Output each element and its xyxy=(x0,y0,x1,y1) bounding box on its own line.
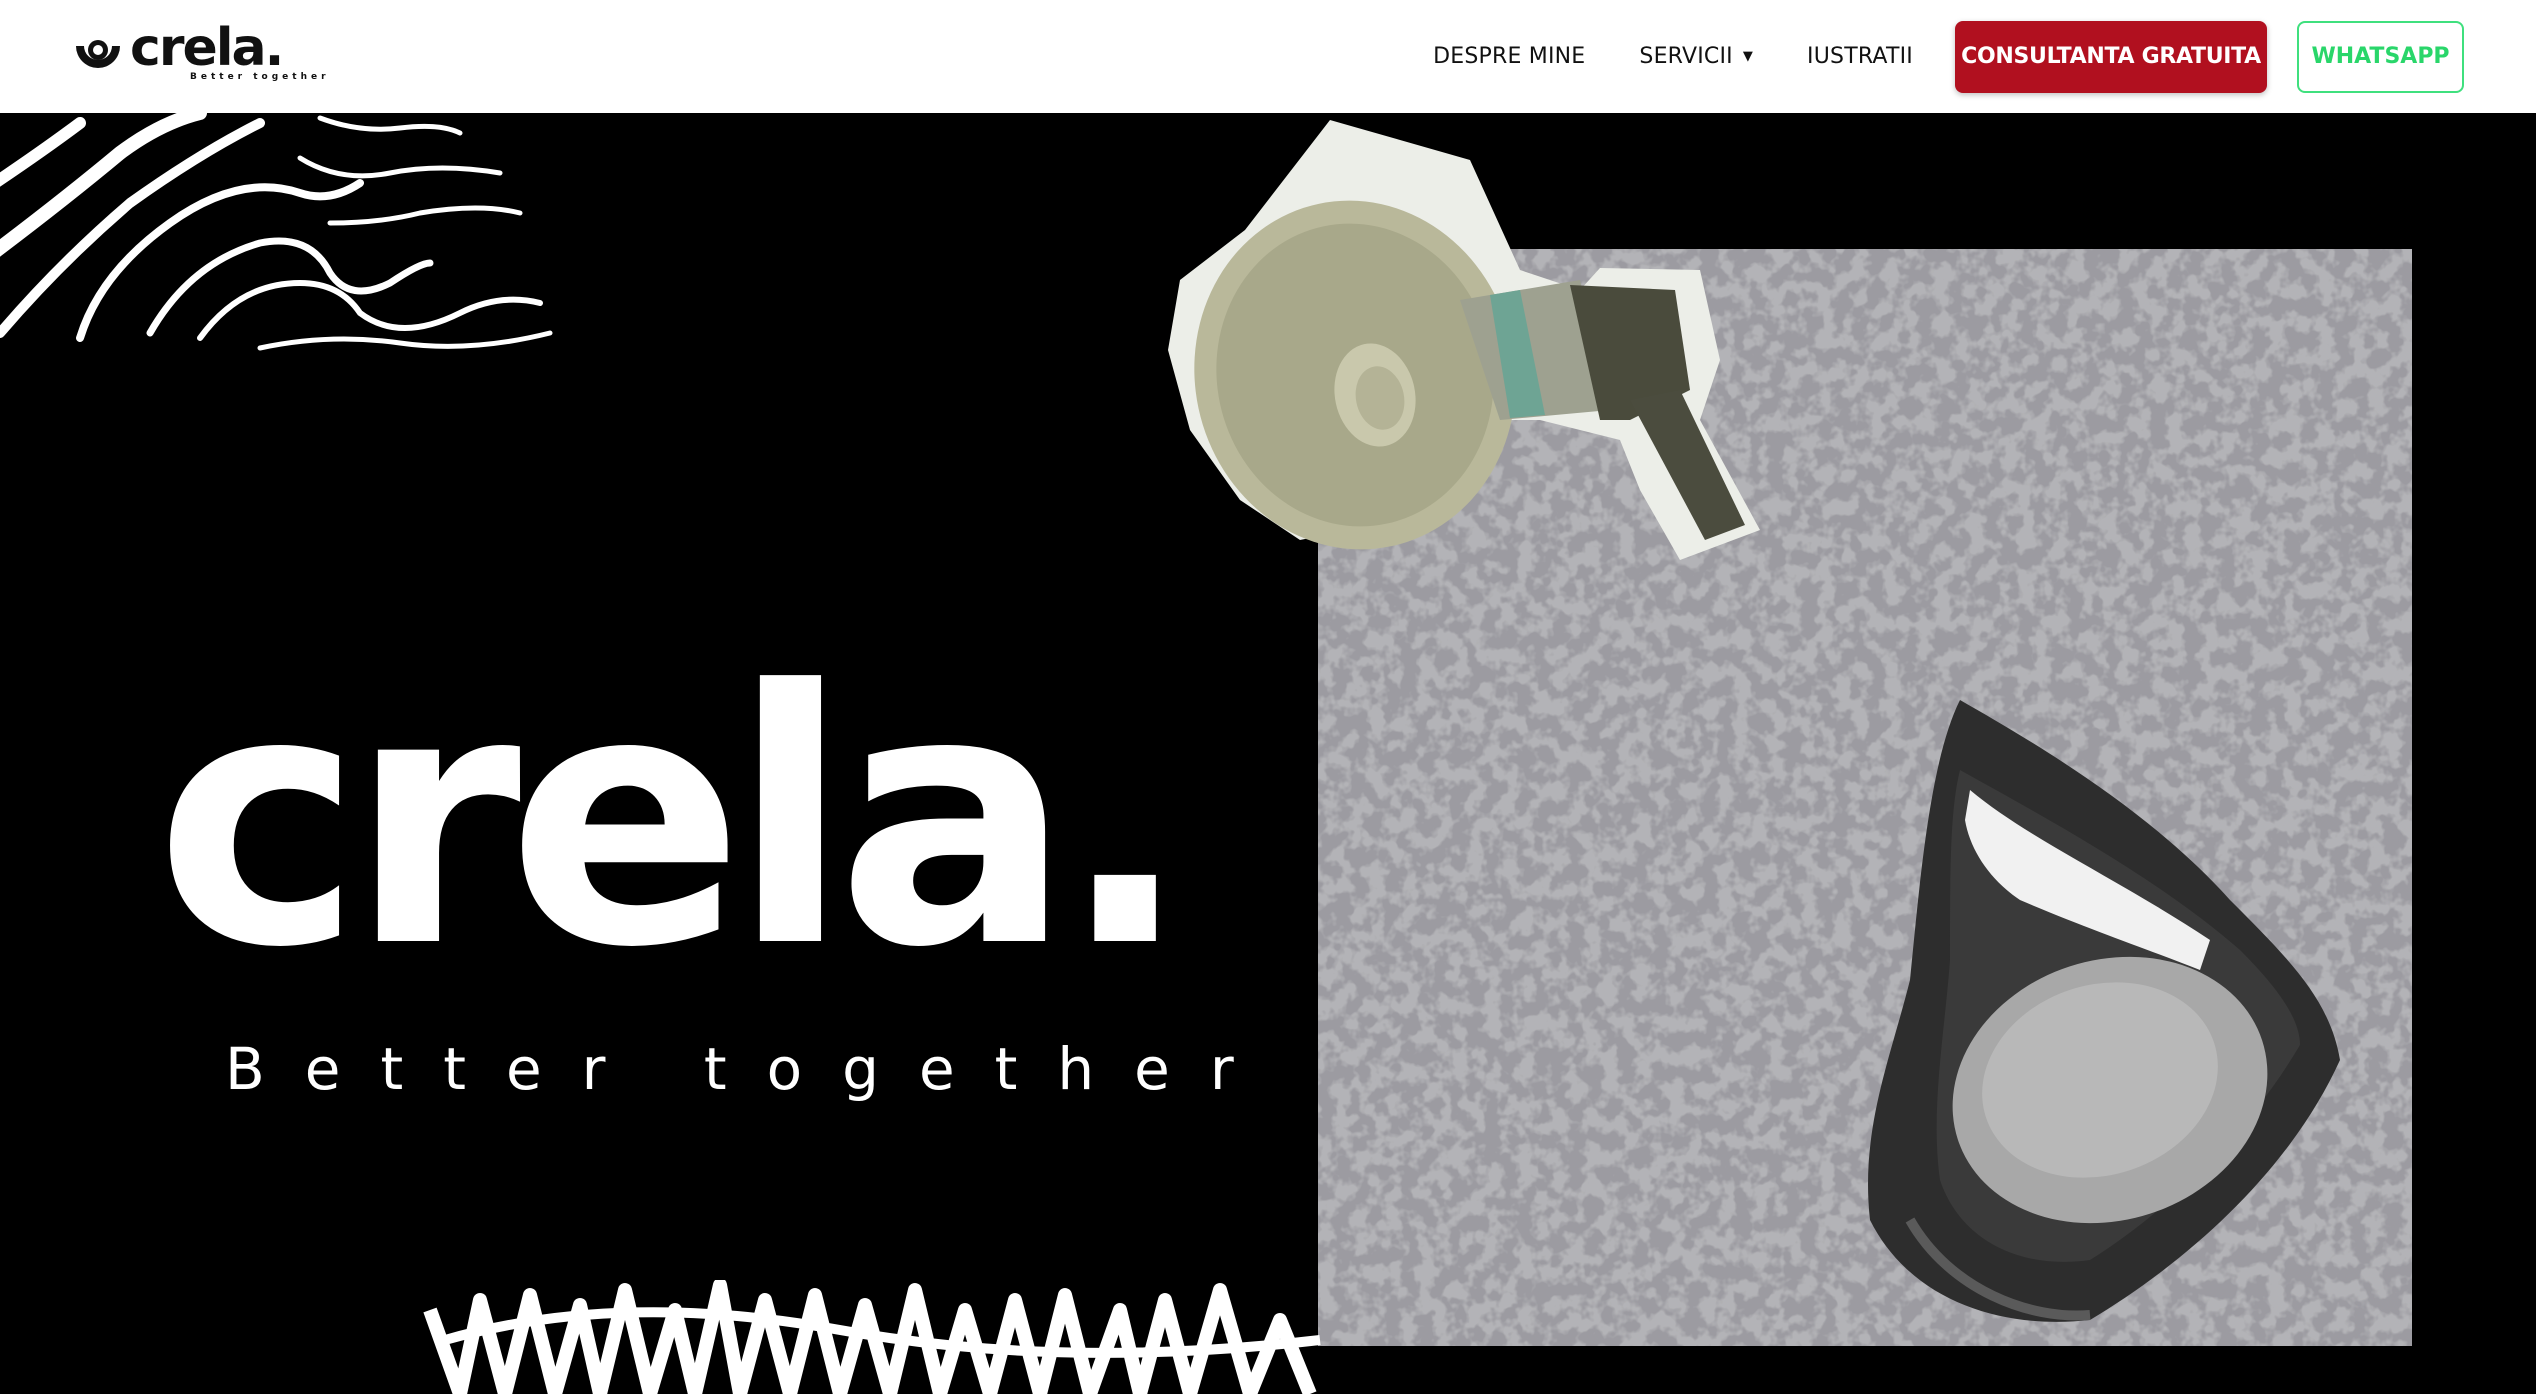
caret-down-icon: ▼ xyxy=(1742,49,1754,64)
crela-logo-mark-icon xyxy=(76,39,120,68)
main-nav: DESPRE MINE SERVICII ▼ IUSTRATII CONSULT… xyxy=(1433,0,2464,113)
whatsapp-button[interactable]: WHATSAPP xyxy=(2297,20,2464,93)
consultanta-gratuita-button[interactable]: CONSULTANTA GRATUITA xyxy=(1955,20,2267,93)
wavy-lines-decoration xyxy=(0,113,553,351)
open-mouth-cutout xyxy=(1868,700,2340,1322)
nav-despre-mine-label: DESPRE MINE xyxy=(1433,44,1586,69)
scribble-decoration xyxy=(423,1280,1321,1394)
nav-iustratii-label: IUSTRATII xyxy=(1807,44,1913,69)
logo-wordmark: crela. xyxy=(130,17,284,78)
page: crela. Better together DESPRE MINE SERVI… xyxy=(0,0,2536,1394)
hero-wordmark: crela. xyxy=(155,616,1192,1024)
nav-despre-mine[interactable]: DESPRE MINE xyxy=(1433,44,1585,69)
site-header: crela. Better together DESPRE MINE SERVI… xyxy=(0,0,2536,113)
hero-tagline: Better together xyxy=(225,1035,1274,1103)
site-logo[interactable]: crela. Better together xyxy=(72,22,330,92)
logo-tagline: Better together xyxy=(190,71,330,82)
megaphone-cutout xyxy=(1168,120,1760,560)
nav-servicii-label: SERVICII xyxy=(1639,44,1733,69)
nav-servicii[interactable]: SERVICII ▼ xyxy=(1639,44,1753,69)
nav-iustratii[interactable]: IUSTRATII xyxy=(1807,44,1913,69)
